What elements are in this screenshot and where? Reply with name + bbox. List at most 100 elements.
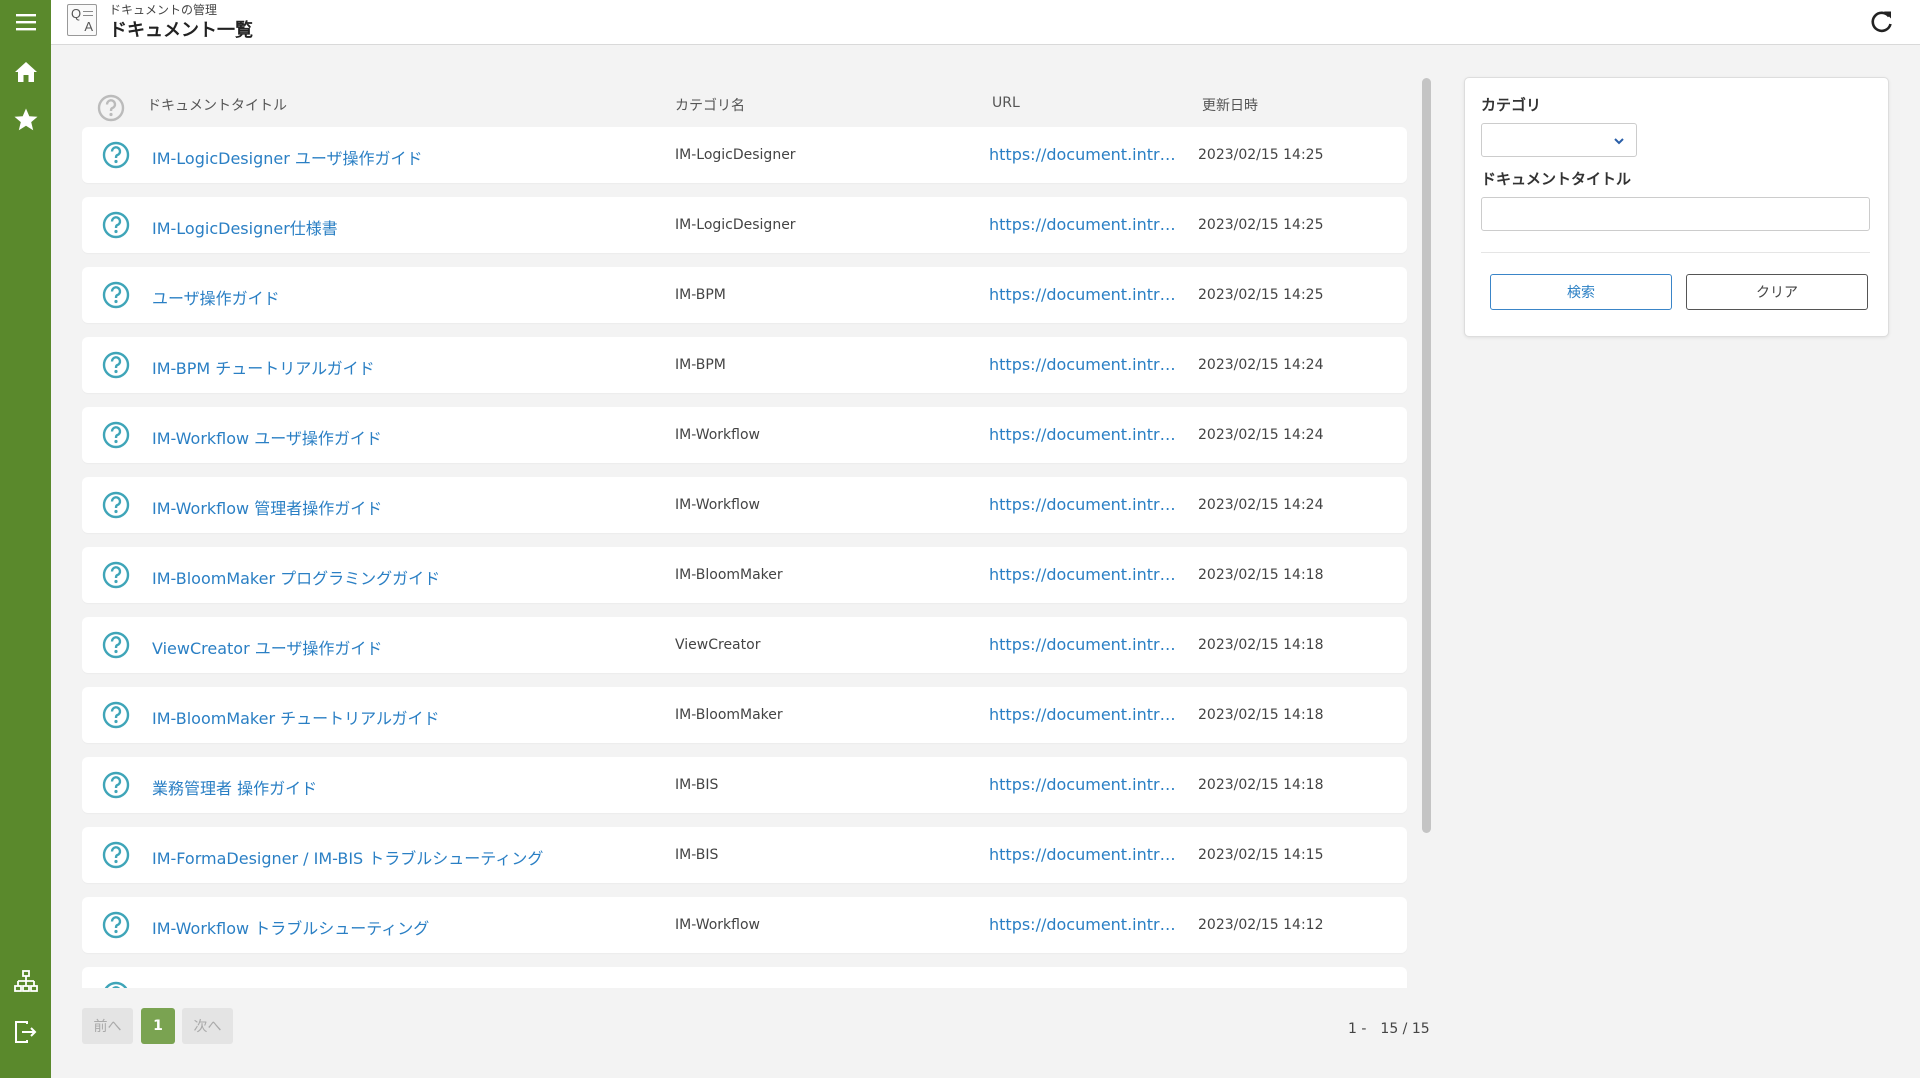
help-icon [104,981,128,988]
table-row[interactable]: IM-LogicDesigner仕様書 IM-LogicDesigner https… [82,197,1407,253]
url-link[interactable]: https://document.intra-m... [989,915,1177,934]
help-icon [102,141,130,169]
help-icon [102,771,130,799]
favorites-button[interactable] [0,98,51,142]
menu-icon [15,14,36,31]
updated-cell: 2023/02/15 14:12 [1198,917,1324,933]
document-title-link[interactable]: ViewCreator ユーザ操作ガイド [152,635,382,659]
star-icon [14,108,37,131]
qa-logo-icon: Q A [67,4,97,36]
url-link[interactable]: https://document.intra-m... [989,985,1177,988]
refresh-icon[interactable] [1868,8,1896,36]
table-row[interactable]: ユーザ操作ガイド IM-BPM https://document.intra-m..… [82,267,1407,323]
table-row[interactable]: IM-Workflow ユーザ操作ガイド IM-Workflow https://d… [82,407,1407,463]
sidebar [0,0,51,1078]
search-panel: カテゴリ ドキュメントタイトル 検索 クリア [1464,77,1889,337]
column-header-url: URL [992,95,1020,111]
table-row[interactable]: 業務管理者 操作ガイド IM-BIS https://document.intra-… [82,757,1407,813]
document-title-link[interactable]: 業務管理者 操作ガイド [152,775,317,799]
help-icon [102,841,130,869]
document-title-link[interactable]: IM-Workflow トラブルシューティング [152,915,429,939]
logout-icon [14,1021,36,1043]
url-link[interactable]: https://document.intra-m... [989,845,1177,864]
url-link[interactable]: https://document.intra-m... [989,495,1177,514]
sitemap-icon [13,970,38,992]
url-link[interactable]: https://document.intra-m... [989,145,1177,164]
url-link[interactable]: https://document.intra-m... [989,775,1177,794]
sitemap-button[interactable] [0,960,51,1004]
column-header-category: カテゴリ名 [675,98,745,114]
menu-button[interactable] [0,0,51,44]
category-cell: IM-Workflow [675,497,760,513]
updated-cell: 2023/02/15 14:25 [1198,287,1324,303]
table-row[interactable]: IM-BloomMaker チュートリアルガイド IM-BloomMaker htt… [82,687,1407,743]
url-link[interactable]: https://document.intra-m... [989,285,1177,304]
category-cell: IM-BIS [675,777,719,793]
help-icon [102,211,130,239]
updated-cell: 2023/02/15 14:24 [1198,497,1324,513]
url-link[interactable]: https://document.intra-m... [989,635,1177,654]
home-button[interactable] [0,50,51,94]
document-list[interactable]: ドキュメントタイトル カテゴリ名 URL 更新日時 IM-LogicDesign… [82,72,1422,988]
scrollbar[interactable] [1422,78,1431,833]
category-cell: IM-Workflow [675,917,760,933]
url-link[interactable]: https://document.intra-m... [989,425,1177,444]
updated-cell: 2023/02/15 14:24 [1198,427,1324,443]
category-cell: IM-BPM [675,357,726,373]
document-title-link[interactable]: IM-Workflow ユーザ操作ガイド [152,425,382,449]
category-select[interactable] [1481,123,1637,157]
table-row[interactable]: IM-BPM チュートリアルガイド IM-BPM https://document.… [82,337,1407,393]
category-cell: IM-LogicDesigner [675,147,796,163]
column-header-updated: 更新日時 [1202,98,1258,114]
url-link[interactable]: https://document.intra-m... [989,705,1177,724]
help-icon [102,631,130,659]
result-count: 1 - 15 / 15 [1348,1021,1430,1037]
updated-cell: 2023/02/15 14:18 [1198,567,1324,583]
category-cell: IM-BPM [675,287,726,303]
search-button[interactable]: 検索 [1490,274,1672,310]
table-row[interactable]: IM-LogicDesigner ユーザ操作ガイド IM-LogicDesigne… [82,127,1407,183]
logout-button[interactable] [0,1010,51,1054]
document-title-link[interactable]: IM-BPM チュートリアルガイド [152,355,375,379]
category-cell: IM-Workflow [675,427,760,443]
url-link[interactable]: https://document.intra-m... [989,565,1177,584]
document-title-link[interactable]: IM-BloomMaker チュートリアルガイド [152,705,440,729]
document-title-link[interactable]: IM-LogicDesigner仕様書 [152,215,338,239]
document-title-link[interactable]: ユーザ操作ガイド [152,285,280,309]
table-row[interactable]: IM-Workflow 仕様書 IM-Workflow https://docume… [82,967,1407,988]
help-icon [102,561,130,589]
home-icon [14,62,37,82]
document-title-link[interactable]: IM-Workflow 仕様書 [152,985,302,988]
clear-button[interactable]: クリア [1686,274,1868,310]
next-page-button[interactable]: 次へ [182,1008,233,1044]
table-row[interactable]: ViewCreator ユーザ操作ガイド ViewCreator https://d… [82,617,1407,673]
title-search-input[interactable] [1481,197,1870,231]
prev-page-button[interactable]: 前へ [82,1008,133,1044]
category-cell: IM-BloomMaker [675,707,783,723]
header: Q A ドキュメントの管理 ドキュメント一覧 [51,0,1920,45]
chevron-down-icon [1614,138,1624,145]
url-link[interactable]: https://document.intra-m... [989,215,1177,234]
updated-cell: 2023/02/15 14:15 [1198,847,1324,863]
category-cell: IM-Workflow [675,987,760,988]
updated-cell: 2023/02/15 14:25 [1198,147,1324,163]
document-title-link[interactable]: IM-BloomMaker プログラミングガイド [152,565,440,589]
category-cell: IM-LogicDesigner [675,217,796,233]
title-label: ドキュメントタイトル [1481,170,1632,188]
table-row[interactable]: IM-FormaDesigner / IM-BIS トラブルシューティング IM-… [82,827,1407,883]
help-icon [102,701,130,729]
page-1-button[interactable]: 1 [141,1008,175,1044]
help-icon [102,421,130,449]
updated-cell: 2023/02/15 14:24 [1198,357,1324,373]
scrollbar-thumb[interactable] [1422,78,1431,833]
document-title-link[interactable]: IM-FormaDesigner / IM-BIS トラブルシューティング [152,845,543,869]
help-icon [102,911,130,939]
document-title-link[interactable]: IM-LogicDesigner ユーザ操作ガイド [152,145,423,169]
document-title-link[interactable]: IM-Workflow 管理者操作ガイド [152,495,382,519]
table-row[interactable]: IM-BloomMaker プログラミングガイド IM-BloomMaker htt… [82,547,1407,603]
updated-cell: 2023/02/15 14:18 [1198,637,1324,653]
table-row[interactable]: IM-Workflow トラブルシューティング IM-Workflow https:… [82,897,1407,953]
url-link[interactable]: https://document.intra-m... [989,355,1177,374]
category-label: カテゴリ [1481,96,1542,114]
table-row[interactable]: IM-Workflow 管理者操作ガイド IM-Workflow https://d… [82,477,1407,533]
